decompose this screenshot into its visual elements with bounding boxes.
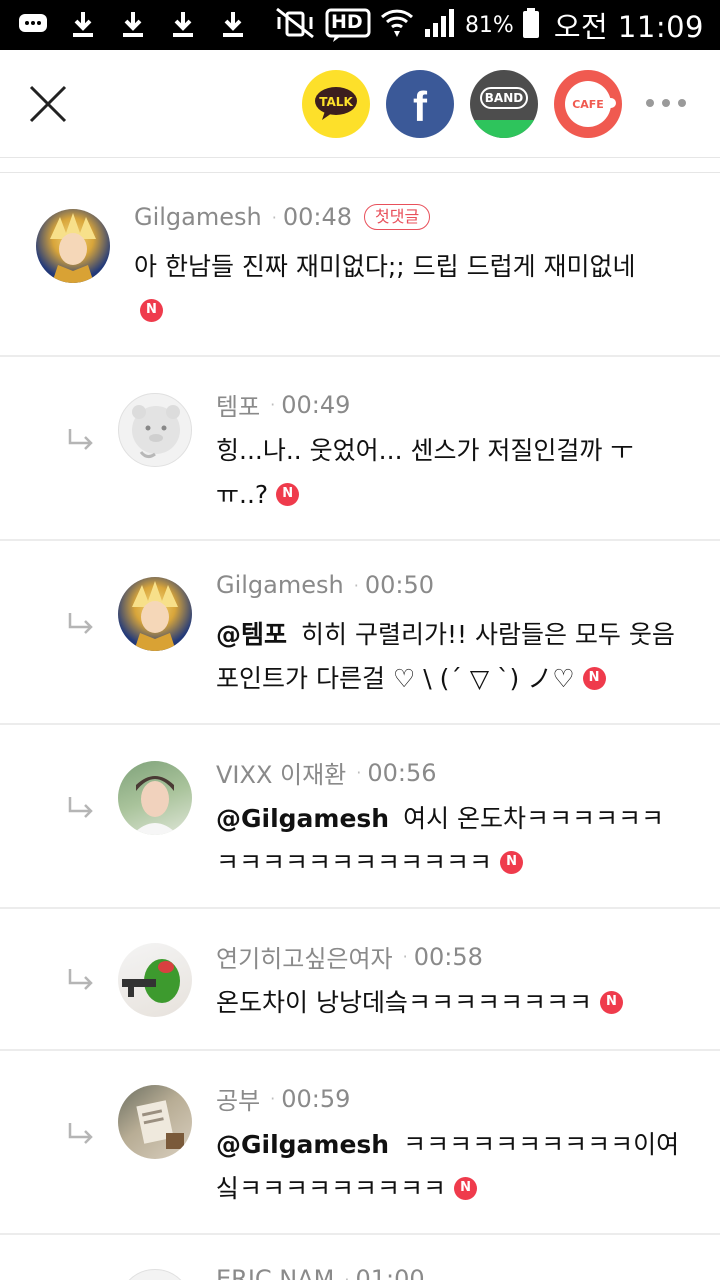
- reply-arrow-icon: [68, 1123, 93, 1144]
- comment-time: 00:56: [367, 758, 437, 787]
- facebook-share-button[interactable]: f: [386, 70, 454, 138]
- signal-icon: [423, 7, 457, 43]
- comment-author[interactable]: 연기히고싶은여자: [216, 939, 393, 974]
- comment-body: @템포 히히 구렬리가!! 사람들은 모두 웃음포인트가 다른걸 ♡ \ (´ ▽…: [216, 613, 686, 701]
- vibrate-mute-icon: [273, 7, 317, 43]
- clock: 오전 11:09: [553, 10, 704, 44]
- reply-arrow-icon: [68, 969, 93, 990]
- download-icon: [168, 8, 198, 40]
- comment-text: 온도차이 낭낭데슼ㅋㅋㅋㅋㅋㅋㅋㅋ: [216, 988, 592, 1017]
- comment-item: 공부 · 00:59 @Gilgamesh ㅋㅋㅋㅋㅋㅋㅋㅋㅋㅋ이여싴ㅋㅋㅋㅋㅋㅋ…: [0, 1051, 720, 1235]
- close-button[interactable]: [28, 84, 68, 124]
- comment-author[interactable]: Gilgamesh: [134, 203, 262, 231]
- avatar[interactable]: [118, 393, 192, 467]
- comment-time: 00:49: [281, 390, 351, 419]
- new-badge: N: [500, 850, 524, 874]
- comment-author[interactable]: VIXX 이재환: [216, 755, 346, 790]
- avatar[interactable]: [118, 761, 192, 835]
- comment-item: ERIC NAM · 01:00: [0, 1235, 720, 1280]
- share-bar: TALK f BAND CAFE: [0, 50, 720, 158]
- mention-link[interactable]: @Gilgamesh: [216, 1130, 389, 1159]
- avatar[interactable]: [36, 209, 110, 283]
- cafe-label: CAFE: [572, 97, 604, 111]
- download-icon: [68, 8, 98, 40]
- comment-body: @Gilgamesh 여시 온도차ㅋㅋㅋㅋㅋㅋㅋㅋㅋㅋㅋㅋㅋㅋㅋㅋㅋㅋ N: [216, 797, 676, 885]
- avatar[interactable]: [118, 1085, 192, 1159]
- comment-text: 아 한남들 진짜 재미없다;; 드립 드럽게 재미없네: [134, 252, 636, 281]
- status-bar: HD 81% 오전 11:09: [0, 0, 720, 50]
- battery-icon: [522, 7, 540, 43]
- comment-list: Gilgamesh · 00:48 첫댓글 아 한남들 진짜 재미없다;; 드립…: [0, 173, 720, 1280]
- comment-body: @Gilgamesh ㅋㅋㅋㅋㅋㅋㅋㅋㅋㅋ이여싴ㅋㅋㅋㅋㅋㅋㅋㅋㅋ N: [216, 1123, 686, 1211]
- more-dot-icon: [646, 99, 654, 107]
- first-comment-badge: 첫댓글: [364, 204, 431, 230]
- avatar[interactable]: [118, 577, 192, 651]
- message-icon: [18, 8, 48, 40]
- close-icon: [29, 85, 67, 123]
- avatar[interactable]: [118, 1269, 192, 1280]
- reply-arrow-icon: [68, 613, 93, 634]
- comment-item: VIXX 이재환 · 00:56 @Gilgamesh 여시 온도차ㅋㅋㅋㅋㅋㅋㅋ…: [0, 725, 720, 909]
- comment-author[interactable]: ERIC NAM: [216, 1265, 334, 1280]
- comment-time: 00:50: [364, 571, 434, 599]
- download-icon: [118, 8, 148, 40]
- comment-author[interactable]: 템포: [216, 387, 260, 422]
- new-badge: N: [599, 990, 623, 1014]
- comment-time: 00:48: [282, 203, 352, 231]
- battery-percent: 81%: [464, 12, 514, 38]
- kakaotalk-label: TALK: [319, 95, 353, 109]
- download-icon: [218, 8, 248, 40]
- more-dot-icon: [678, 99, 686, 107]
- avatar[interactable]: [118, 943, 192, 1017]
- comment-item: Gilgamesh · 00:48 첫댓글 아 한남들 진짜 재미없다;; 드립…: [0, 173, 720, 357]
- new-badge: N: [454, 1176, 478, 1200]
- hd-label: HD: [330, 11, 363, 33]
- comment-item: Gilgamesh · 00:50 @템포 히히 구렬리가!! 사람들은 모두 웃…: [0, 541, 720, 725]
- reply-arrow-icon: [68, 797, 93, 818]
- more-options-button[interactable]: [646, 96, 686, 110]
- comment-author[interactable]: Gilgamesh: [216, 571, 344, 599]
- new-badge: N: [276, 482, 300, 506]
- cafe-share-button[interactable]: CAFE: [554, 70, 622, 138]
- mention-link[interactable]: @템포: [216, 620, 287, 649]
- comment-item: 템포 · 00:49 힝...나.. 웃었어... 센스가 저질인걸까 ㅜㅠ..…: [0, 357, 720, 541]
- comment-body: 아 한남들 진짜 재미없다;; 드립 드럽게 재미없네 N: [134, 245, 694, 333]
- comment-body: 힝...나.. 웃었어... 센스가 저질인걸까 ㅜㅠ..? N: [216, 429, 656, 517]
- comment-time: 01:00: [355, 1265, 425, 1280]
- comment-author[interactable]: 공부: [216, 1081, 260, 1116]
- new-badge: N: [140, 298, 163, 322]
- comment-body: 온도차이 낭낭데슼ㅋㅋㅋㅋㅋㅋㅋㅋ N: [216, 981, 696, 1025]
- band-label: BAND: [484, 91, 524, 105]
- hd-voice-icon: HD: [325, 7, 371, 43]
- reply-arrow-icon: [68, 429, 93, 450]
- comment-item: 연기히고싶은여자 · 00:58 온도차이 낭낭데슼ㅋㅋㅋㅋㅋㅋㅋㅋ N: [0, 909, 720, 1051]
- facebook-icon: f: [413, 83, 427, 130]
- mention-link[interactable]: @Gilgamesh: [216, 804, 389, 833]
- comment-time: 00:58: [413, 942, 483, 971]
- band-share-button[interactable]: BAND: [470, 70, 538, 138]
- wifi-icon: [379, 7, 415, 43]
- new-badge: N: [582, 666, 606, 690]
- comment-time: 00:59: [281, 1084, 351, 1113]
- kakaotalk-share-button[interactable]: TALK: [302, 70, 370, 138]
- more-dot-icon: [662, 99, 670, 107]
